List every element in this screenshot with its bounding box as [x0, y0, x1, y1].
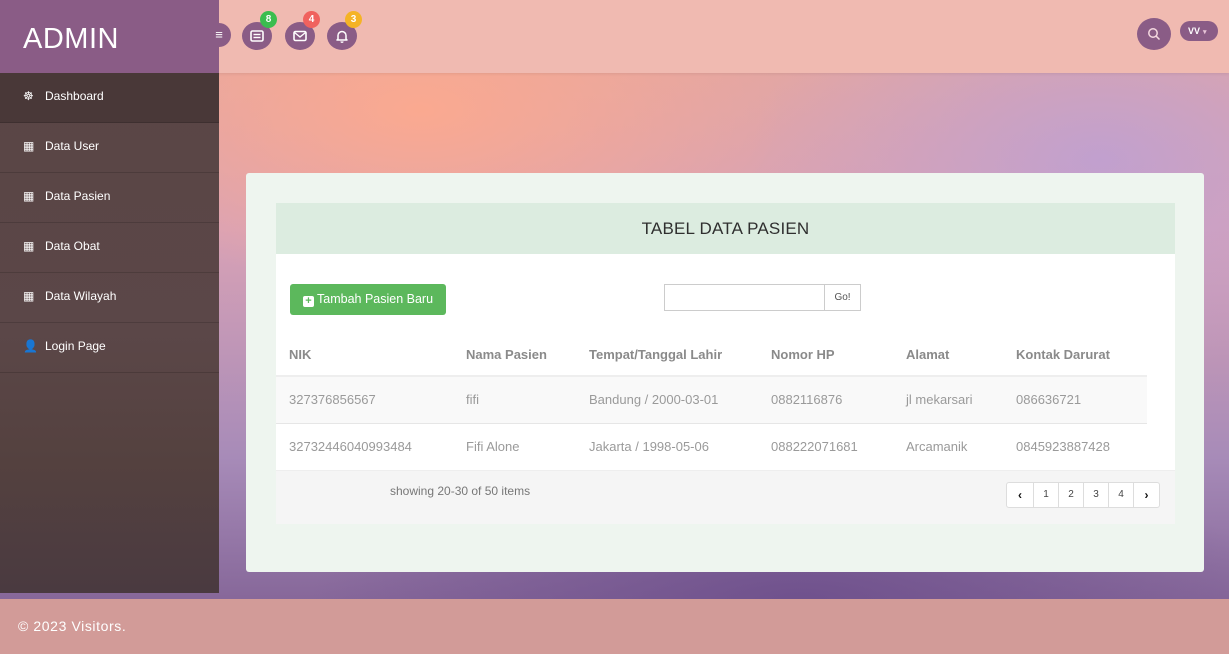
table-footer: showing 20-30 of 50 items ‹ 1 2 3 4 ›: [276, 470, 1175, 524]
go-button[interactable]: Go!: [824, 284, 861, 311]
bell-icon: [336, 30, 348, 43]
table-cell: jl mekarsari: [893, 376, 1003, 424]
panel-title: TABEL DATA PASIEN: [276, 203, 1175, 254]
search-input[interactable]: [664, 284, 824, 311]
column-header[interactable]: Nama Pasien: [453, 333, 576, 377]
tasks-badge: 8: [260, 11, 277, 28]
envelope-icon: [293, 30, 307, 42]
chevron-down-icon: ▾: [1203, 29, 1207, 36]
table-row[interactable]: 32732446040993484 Fifi Alone Jakarta / 1…: [276, 423, 1147, 471]
table-icon: ▦: [23, 289, 35, 303]
table-cell: Jakarta / 1998-05-06: [576, 423, 758, 471]
sidebar-item-label: Data Pasien: [45, 189, 111, 203]
pagination: ‹ 1 2 3 4 ›: [1006, 482, 1160, 508]
top-navbar: ADMIN ≡ 8 4 3 VV ▾: [0, 0, 1229, 73]
sidebar-item-dashboard[interactable]: ☸ Dashboard: [0, 73, 219, 123]
page-link-2[interactable]: 2: [1058, 483, 1083, 507]
table-cell: 327376856567: [276, 376, 453, 424]
sidebar-item-data-pasien[interactable]: ▦ Data Pasien: [0, 173, 219, 223]
table-cell: 088222071681: [758, 423, 893, 471]
sidebar-item-label: Data Wilayah: [45, 289, 117, 303]
brand-title[interactable]: ADMIN: [0, 0, 219, 73]
plus-square-icon: +: [303, 296, 314, 307]
page-link-3[interactable]: 3: [1083, 483, 1108, 507]
table-cell: 0845923887428: [1003, 423, 1147, 471]
table-header-row: NIK Nama Pasien Tempat/Tanggal Lahir Nom…: [276, 333, 1147, 377]
notifications-badge: 3: [345, 11, 362, 28]
sidebar-item-data-obat[interactable]: ▦ Data Obat: [0, 223, 219, 273]
column-header[interactable]: Alamat: [893, 333, 1003, 377]
sidebar: ☸ Dashboard ▦ Data User ▦ Data Pasien ▦ Data…: [0, 73, 219, 593]
tasks-button[interactable]: 8: [242, 11, 277, 50]
content-card: TABEL DATA PASIEN + Tambah Pasien Baru Go…: [246, 173, 1204, 572]
column-header[interactable]: NIK: [276, 333, 453, 377]
sidebar-item-label: Data User: [45, 139, 100, 153]
page-link-1[interactable]: 1: [1033, 483, 1058, 507]
user-initials: VV: [1188, 26, 1201, 36]
table-cell: 086636721: [1003, 376, 1147, 424]
table-cell: Bandung / 2000-03-01: [576, 376, 758, 424]
table-cell: Fifi Alone: [453, 423, 576, 471]
table-cell: fifi: [453, 376, 576, 424]
sidebar-item-label: Data Obat: [45, 239, 100, 253]
sidebar-item-label: Dashboard: [45, 89, 104, 103]
dashboard-icon: ☸: [23, 89, 34, 103]
pagination-summary: showing 20-30 of 50 items: [390, 484, 531, 498]
user-icon: 👤: [23, 339, 38, 353]
chevron-right-icon[interactable]: ›: [1133, 483, 1159, 507]
column-header[interactable]: Nomor HP: [758, 333, 893, 377]
table-icon: ▦: [23, 239, 35, 253]
search-button[interactable]: [1137, 18, 1171, 50]
table-icon: ▦: [23, 139, 35, 153]
messages-button[interactable]: 4: [285, 11, 320, 50]
user-menu[interactable]: VV ▾: [1180, 21, 1218, 41]
chevron-left-icon[interactable]: ‹: [1007, 483, 1033, 507]
add-patient-label: Tambah Pasien Baru: [317, 292, 434, 306]
table-row[interactable]: 327376856567 fifi Bandung / 2000-03-01 0…: [276, 376, 1147, 424]
table-icon: ▦: [23, 189, 35, 203]
column-header[interactable]: Kontak Darurat: [1003, 333, 1147, 377]
table-cell: Arcamanik: [893, 423, 1003, 471]
patient-table: NIK Nama Pasien Tempat/Tanggal Lahir Nom…: [276, 333, 1147, 471]
tasks-icon: [250, 30, 264, 42]
hamburger-icon[interactable]: ≡: [207, 23, 231, 47]
messages-badge: 4: [303, 11, 320, 28]
page-footer: © 2023 Visitors.: [0, 599, 1229, 654]
sidebar-item-data-wilayah[interactable]: ▦ Data Wilayah: [0, 273, 219, 323]
page-link-4[interactable]: 4: [1108, 483, 1133, 507]
add-patient-button[interactable]: + Tambah Pasien Baru: [290, 284, 446, 315]
patient-table-panel: TABEL DATA PASIEN + Tambah Pasien Baru Go…: [276, 203, 1175, 524]
sidebar-item-data-user[interactable]: ▦ Data User: [0, 123, 219, 173]
sidebar-item-login-page[interactable]: 👤 Login Page: [0, 323, 219, 373]
table-cell: 0882116876: [758, 376, 893, 424]
search-icon: [1148, 28, 1161, 41]
column-header[interactable]: Tempat/Tanggal Lahir: [576, 333, 758, 377]
notifications-button[interactable]: 3: [327, 11, 362, 50]
sidebar-item-label: Login Page: [45, 339, 106, 353]
table-cell: 32732446040993484: [276, 423, 453, 471]
